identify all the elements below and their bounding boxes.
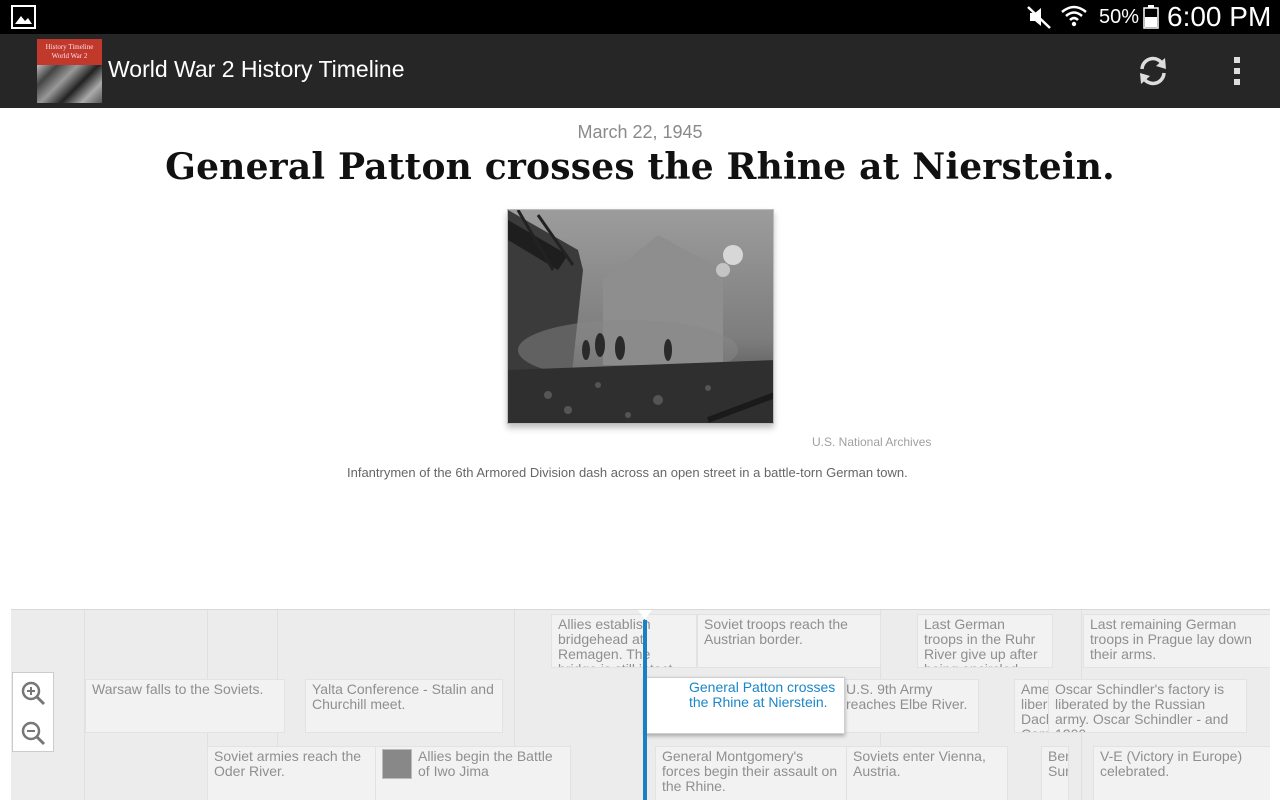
timeline-card-text: Allies establish bridgehead at Remagen. …	[558, 616, 676, 668]
timeline-strip[interactable]: Allies establish bridgehead at Remagen. …	[11, 609, 1270, 800]
zoom-in-icon[interactable]	[19, 679, 47, 707]
photo-credit: U.S. National Archives	[812, 435, 932, 449]
timeline-card-remagen[interactable]: Allies establish bridgehead at Remagen. …	[551, 614, 697, 668]
status-bar: 50% 6:00 PM	[0, 0, 1280, 34]
timeline-card-text: Last German troops in the Ruhr River giv…	[924, 616, 1038, 668]
timeline-card-text: Soviets enter Vienna, Austria.	[853, 748, 986, 779]
app-logo-collage	[37, 65, 102, 103]
app-title: World War 2 History Timeline	[108, 56, 405, 82]
zoom-controls	[12, 672, 54, 752]
timeline-card-schindler[interactable]: Oscar Schindler's factory is liberated b…	[1048, 679, 1247, 733]
photo-caption: Infantrymen of the 6th Armored Division …	[347, 465, 908, 480]
timeline-card-elbe[interactable]: U.S. 9th Army reaches Elbe River.	[839, 679, 979, 733]
timeline-card-text: Warsaw falls to the Soviets.	[92, 681, 264, 697]
timeline-card-ruhr[interactable]: Last German troops in the Ruhr River giv…	[917, 614, 1053, 668]
zoom-out-icon[interactable]	[19, 719, 47, 747]
mute-icon	[1027, 6, 1051, 29]
app-logo-text: History Timeline World War 2	[37, 39, 102, 65]
status-time: 6:00 PM	[1167, 1, 1272, 32]
timeline-card-montgomery[interactable]: General Montgomery's forces begin their …	[655, 746, 847, 800]
timeline-marker-pointer	[638, 610, 652, 619]
gallery-notification-icon	[11, 5, 36, 29]
timeline-card-dachau[interactable]: Americans liberate Dachau Camp.	[1014, 679, 1052, 733]
timeline-card-text: Soviet armies reach the Oder River.	[214, 748, 362, 779]
timeline-card-text: Last remaining German troops in Prague l…	[1090, 616, 1252, 662]
refresh-icon[interactable]	[1134, 52, 1172, 90]
battery-icon	[1143, 5, 1159, 29]
battery-percent: 50%	[1099, 6, 1140, 28]
timeline-card-text: U.S. 9th Army reaches Elbe River.	[846, 681, 968, 712]
war-photo-illustration	[508, 210, 773, 423]
timeline-card-warsaw[interactable]: Warsaw falls to the Soviets.	[85, 679, 285, 733]
wifi-icon	[1061, 5, 1087, 27]
timeline-card-iwo-jima[interactable]: Allies begin the Battle of Iwo Jima	[375, 746, 571, 800]
event-date: March 22, 1945	[577, 122, 703, 142]
timeline-card-austria[interactable]: Soviet troops reach the Austrian border.	[697, 614, 881, 668]
timeline-card-oder[interactable]: Soviet armies reach the Oder River.	[207, 746, 377, 800]
timeline-card-text: General Montgomery's forces begin their …	[662, 748, 838, 794]
event-headline: General Patton crosses the Rhine at Nier…	[165, 146, 1115, 188]
timeline-card-yalta[interactable]: Yalta Conference - Stalin and Churchill …	[305, 679, 503, 733]
timeline-card-patton-selected[interactable]: General Patton crosses the Rhine at Nier…	[645, 677, 845, 734]
timeline-card-text: General Patton crosses the Rhine at Nier…	[689, 679, 836, 710]
timeline-card-text: Allies begin the Battle of Iwo Jima	[418, 748, 553, 779]
event-thumbnail	[382, 749, 412, 779]
timeline-card-prague[interactable]: Last remaining German troops in Prague l…	[1083, 614, 1270, 668]
action-bar: History Timeline World War 2 World War 2…	[0, 34, 1280, 108]
timeline-card-text: Berlin Surrenders	[1048, 748, 1069, 779]
timeline-card-text: V-E (Victory in Europe) celebrated.	[1100, 748, 1243, 779]
timeline-current-marker	[643, 620, 647, 800]
timeline-card-text: Yalta Conference - Stalin and Churchill …	[312, 681, 494, 712]
timeline-card-text: Soviet troops reach the Austrian border.	[704, 616, 848, 647]
timeline-card-berlin[interactable]: Berlin Surrenders	[1041, 746, 1069, 800]
timeline-card-vienna[interactable]: Soviets enter Vienna, Austria.	[846, 746, 1008, 800]
event-photo[interactable]	[507, 209, 774, 424]
timeline-card-text: Oscar Schindler's factory is liberated b…	[1055, 681, 1229, 733]
timeline-card-ve-day[interactable]: V-E (Victory in Europe) celebrated.	[1093, 746, 1270, 800]
app-logo[interactable]: History Timeline World War 2	[37, 39, 102, 103]
overflow-menu-icon[interactable]	[1226, 52, 1248, 90]
